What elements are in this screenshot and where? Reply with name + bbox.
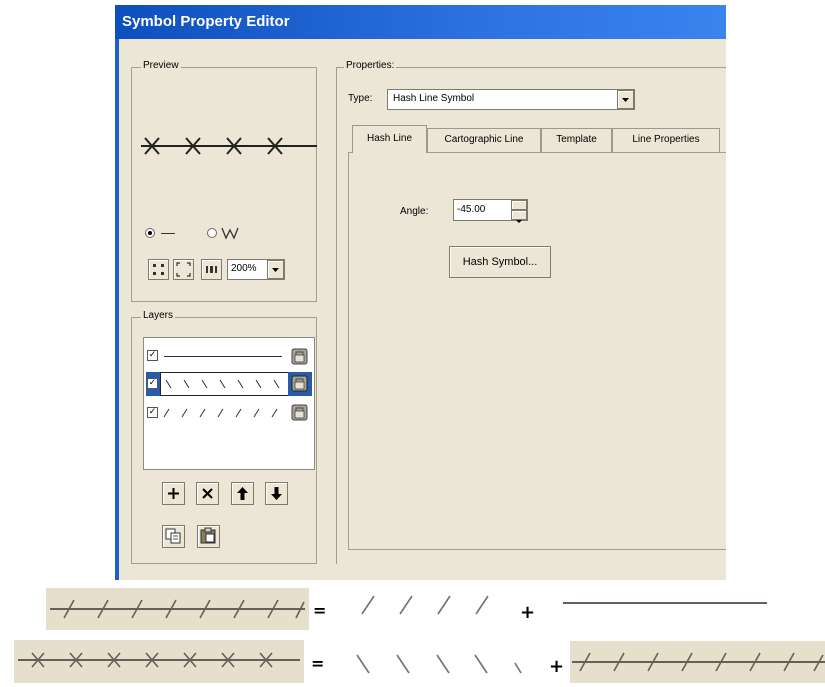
properties-group-left-border (336, 67, 337, 564)
zoom-out-icon (176, 262, 191, 277)
result-slash-hash-line (46, 588, 309, 630)
copy-icon (165, 528, 181, 544)
slash-hash-line-graphic (50, 599, 305, 619)
paste-layer-button[interactable] (197, 525, 220, 548)
layer-row-selected[interactable]: ✓ (146, 372, 312, 396)
fixed-zoom-button[interactable] (201, 259, 222, 280)
angle-value: -45.00 (457, 204, 486, 215)
symbol-property-editor-window: Symbol Property Editor Preview 200% Laye… (115, 5, 726, 580)
result-x-hash-line (14, 640, 304, 683)
plus-sign: + (549, 656, 565, 677)
add-layer-button[interactable] (162, 482, 185, 505)
zoom-select[interactable]: 200% (227, 259, 285, 280)
preview-group-label: Preview (141, 60, 181, 71)
fixed-zoom-icon (206, 266, 217, 273)
tab-hash-line[interactable]: Hash Line (352, 125, 427, 153)
zoom-value: 200% (231, 263, 257, 274)
tab-label: Cartographic Line (444, 134, 524, 145)
window-titlebar[interactable]: Symbol Property Editor (115, 5, 726, 39)
plus-sign: + (520, 602, 536, 623)
hash-symbol-button[interactable]: Hash Symbol... (449, 246, 551, 278)
equals-sign: = (311, 654, 325, 673)
lock-icon[interactable] (291, 348, 308, 365)
layer-row[interactable]: ✓ (146, 346, 312, 368)
layer-pattern-slash (163, 408, 278, 418)
move-layer-down-button[interactable] (265, 482, 288, 505)
tab-template[interactable]: Template (541, 128, 612, 152)
delete-layer-button[interactable] (196, 482, 219, 505)
type-dropdown-button[interactable] (617, 90, 634, 109)
tab-label: Hash Line (366, 133, 413, 144)
move-up-icon (237, 487, 248, 500)
layer-visible-checkbox[interactable]: ✓ (147, 378, 158, 389)
tab-line-properties[interactable]: Line Properties (612, 128, 720, 152)
line-mode-icon (161, 233, 175, 234)
hash-symbol-button-label: Hash Symbol... (462, 256, 538, 268)
angle-decrement-button[interactable] (511, 210, 527, 223)
layer-pattern-solid (164, 356, 282, 357)
copy-layer-button[interactable] (162, 525, 185, 548)
window-left-border (115, 39, 119, 580)
backslash-hash-marks (356, 654, 522, 674)
slash-hash-line-graphic (572, 652, 825, 672)
equals-sign: = (313, 601, 327, 620)
slash-hash-line-result-2 (570, 641, 825, 683)
type-label: Type: (348, 93, 373, 104)
delete-layer-icon (202, 488, 213, 499)
type-select[interactable]: Hash Line Symbol (387, 89, 635, 110)
move-down-icon (271, 487, 282, 500)
zoom-in-button[interactable] (148, 259, 169, 280)
move-layer-up-button[interactable] (231, 482, 254, 505)
polygon-mode-icon (221, 227, 239, 240)
layers-group-label: Layers (141, 310, 176, 321)
add-layer-icon (168, 488, 179, 499)
slash-hash-marks (361, 595, 489, 615)
layers-list[interactable]: ✓ ✓ ✓ (143, 337, 315, 470)
layer-pattern-backslash (165, 379, 280, 389)
properties-group-label: Properties: (344, 60, 397, 71)
layer-visible-checkbox[interactable]: ✓ (147, 407, 158, 418)
paste-icon (200, 527, 216, 544)
preview-polygon-radio[interactable] (207, 228, 217, 238)
lock-icon[interactable] (291, 375, 308, 392)
preview-line-radio[interactable] (145, 228, 155, 238)
tab-label: Template (556, 134, 597, 145)
window-title: Symbol Property Editor (122, 13, 290, 30)
tab-label: Line Properties (632, 134, 700, 145)
angle-increment-button[interactable] (511, 200, 527, 214)
zoom-dropdown-button[interactable] (267, 260, 284, 279)
x-hash-line-graphic (18, 652, 300, 668)
tab-cartographic-line[interactable]: Cartographic Line (427, 128, 541, 152)
solid-line-graphic (563, 602, 767, 604)
zoom-out-button[interactable] (173, 259, 194, 280)
spin-down-icon (516, 220, 522, 223)
layer-row[interactable]: ✓ (146, 402, 312, 424)
type-value: Hash Line Symbol (393, 93, 475, 104)
angle-label: Angle: (400, 206, 429, 217)
layer-visible-checkbox[interactable]: ✓ (147, 350, 158, 361)
chevron-down-icon (622, 98, 629, 102)
chevron-down-icon (272, 268, 279, 272)
lock-icon[interactable] (291, 404, 308, 421)
zoom-in-icon (153, 264, 164, 275)
angle-input[interactable]: -45.00 (453, 199, 528, 223)
preview-canvas (141, 137, 317, 155)
